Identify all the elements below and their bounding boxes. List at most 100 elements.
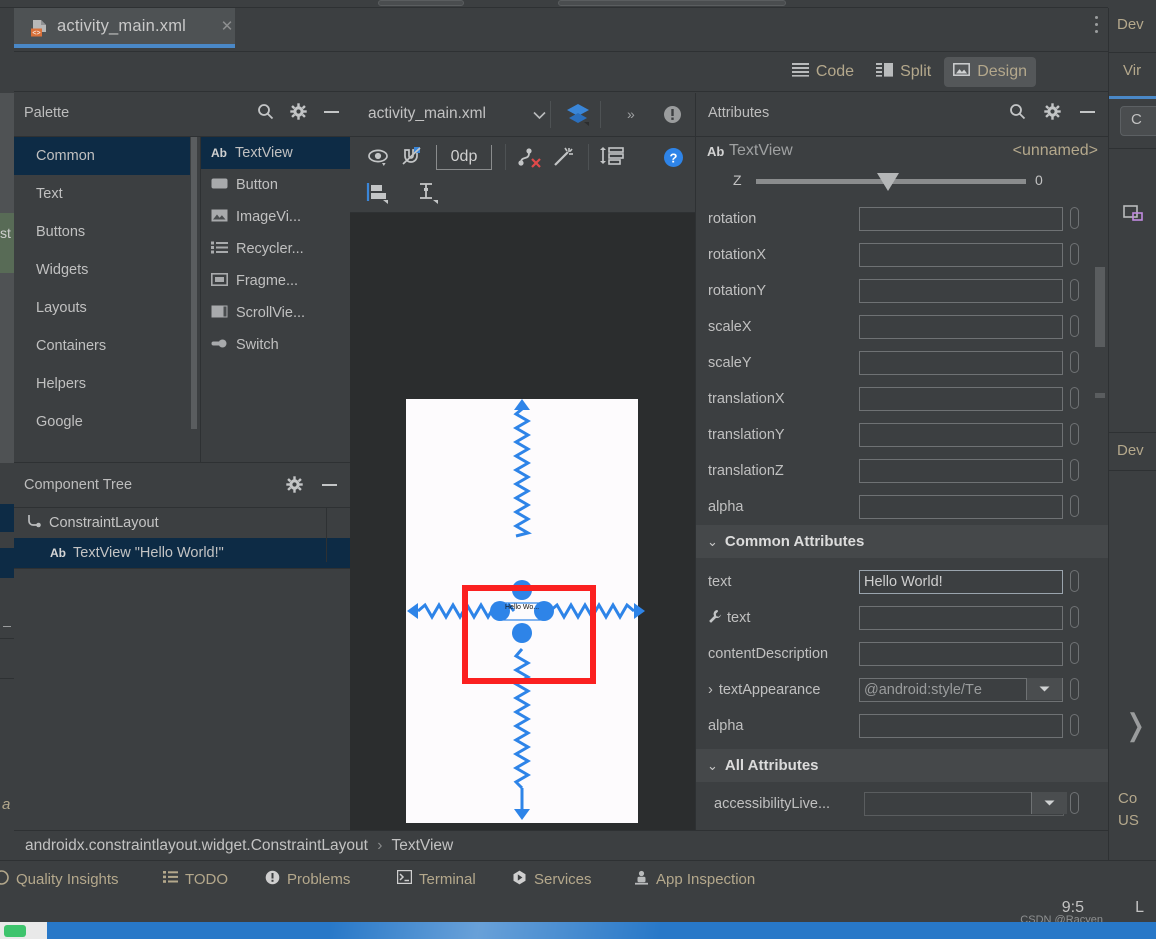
tree-node-textview[interactable]: Ab TextView "Hello World!" [14,538,350,568]
palette-item-button[interactable]: Button [201,169,350,201]
design-canvas[interactable]: Hello Wo... [350,213,695,830]
attr-pill-alpha-transform[interactable] [1070,495,1079,517]
palette-category-layouts[interactable]: Layouts [14,289,190,327]
attr-pill-accessibilitylive[interactable] [1070,792,1079,814]
virtual-tab-label[interactable]: Vir [1123,62,1141,79]
attr-pill-alpha-common[interactable] [1070,714,1079,736]
section-header-all-attributes[interactable]: ⌄ All Attributes [696,749,1108,782]
attr-row-rotationy[interactable]: rotationY [696,273,1108,309]
help-icon[interactable]: ? [656,141,690,173]
chevron-right-icon[interactable]: ❭ [1123,708,1148,743]
attr-row-text[interactable]: text Hello World! [696,564,1108,600]
toolbar-widget-right[interactable] [558,0,786,6]
attr-pill-translationx[interactable] [1070,387,1079,409]
attr-input-scaley[interactable] [859,351,1063,375]
attr-row-textappearance[interactable]: › textAppearance @android:style/Tе [696,672,1108,708]
minimize-icon[interactable] [323,103,340,123]
attr-pill-rotation[interactable] [1070,207,1079,229]
attr-row-alpha-common[interactable]: alpha [696,708,1108,744]
magnet-off-icon[interactable] [396,141,430,173]
attr-row-text-tool[interactable]: text [696,600,1108,636]
attr-row-translationy[interactable]: translationY [696,417,1108,453]
attr-row-scaley[interactable]: scaleY [696,345,1108,381]
attr-pill-text-tool[interactable] [1070,606,1079,628]
gear-icon[interactable] [1044,103,1061,123]
default-margin-value[interactable]: 0dp [436,144,492,170]
attr-input-translationx[interactable] [859,387,1063,411]
palette-category-scrollbar[interactable] [190,137,198,429]
attr-pill-translationz[interactable] [1070,459,1079,481]
attr-input-rotationx[interactable] [859,243,1063,267]
editor-tab-activity-main[interactable]: <> activity_main.xml ✕ [14,8,235,48]
minimize-icon[interactable] [321,476,338,496]
attr-pill-rotationy[interactable] [1070,279,1079,301]
vertical-ellipsis-icon[interactable] [1086,12,1106,40]
toolbar-widget-left[interactable] [378,0,464,6]
attributes-scrollbar-thumb[interactable] [1095,267,1105,347]
dropdown-arrow-accessibilitylive[interactable] [1031,792,1067,814]
palette-item-switch[interactable]: Switch [201,329,350,361]
attr-input-scalex[interactable] [859,315,1063,339]
close-icon[interactable]: ✕ [219,19,235,35]
section-header-common-attributes[interactable]: ⌄ Common Attributes [696,525,1108,558]
chevron-down-icon[interactable] [533,108,546,123]
warning-icon[interactable] [663,105,682,127]
attr-input-translationz[interactable] [859,459,1063,483]
attr-row-rotation[interactable]: rotation [696,201,1108,237]
magic-wand-icon[interactable] [547,141,581,173]
attr-input-rotationy[interactable] [859,279,1063,303]
palette-category-text[interactable]: Text [14,175,190,213]
palette-category-google[interactable]: Google [14,403,190,441]
attributes-scrollbar-thumb-2[interactable] [1095,393,1105,398]
taskbar-left-block[interactable] [0,922,47,939]
attr-input-contentdescription[interactable] [859,642,1063,666]
attr-input-text-tool[interactable] [859,606,1063,630]
attr-pill-rotationx[interactable] [1070,243,1079,265]
tree-node-constraintlayout[interactable]: ConstraintLayout [14,508,350,538]
tool-window-terminal[interactable]: Terminal [396,869,476,888]
palette-category-containers[interactable]: Containers [14,327,190,365]
attr-row-translationx[interactable]: translationX [696,381,1108,417]
breadcrumb-leaf[interactable]: TextView [391,837,453,854]
attr-input-alpha-common[interactable] [859,714,1063,738]
mode-button-split[interactable]: Split [867,57,940,87]
palette-category-helpers[interactable]: Helpers [14,365,190,403]
minimize-icon[interactable] [1079,103,1096,123]
attr-pill-translationy[interactable] [1070,423,1079,445]
gear-icon[interactable] [286,476,303,496]
palette-item-imageview[interactable]: ImageVi... [201,201,350,233]
palette-category-common[interactable]: Common [14,137,190,175]
eye-visibility-icon[interactable] [362,141,396,173]
dropdown-arrow-textappearance[interactable] [1026,678,1062,700]
attr-row-contentdescription[interactable]: contentDescription [696,636,1108,672]
attr-input-rotation[interactable] [859,207,1063,231]
search-icon[interactable] [257,103,274,123]
align-left-icon[interactable] [362,177,396,209]
z-order-thumb[interactable] [877,173,899,191]
create-device-button[interactable]: C [1120,106,1156,136]
attr-input-alpha-transform[interactable] [859,495,1063,519]
tool-window-quality-insights[interactable]: Quality Insights [0,870,119,889]
chevron-right-icon[interactable]: › [708,682,713,698]
gear-icon[interactable] [290,103,307,123]
palette-item-fragment[interactable]: Fragme... [201,265,350,297]
attr-row-accessibilitylive[interactable]: accessibilityLive... [696,786,1108,822]
attr-row-alpha-transform[interactable]: alpha [696,489,1108,525]
attr-input-text[interactable]: Hello World! [859,570,1063,594]
mode-button-code[interactable]: Code [783,57,863,87]
attr-pill-contentdescription[interactable] [1070,642,1079,664]
attr-pill-scaley[interactable] [1070,351,1079,373]
search-icon[interactable] [1009,103,1026,123]
tool-window-services[interactable]: Services [512,870,592,889]
palette-item-scrollview[interactable]: ScrollVie... [201,297,350,329]
layers-icon[interactable] [565,103,591,130]
tool-window-app-inspection[interactable]: App Inspection [634,870,755,889]
attr-pill-scalex[interactable] [1070,315,1079,337]
pack-align-icon[interactable] [596,141,630,173]
attr-pill-textappearance[interactable] [1070,678,1079,700]
mode-button-design[interactable]: Design [944,57,1036,87]
palette-item-textview[interactable]: Ab TextView [201,137,350,169]
attr-pill-text[interactable] [1070,570,1079,592]
tool-window-problems[interactable]: Problems [265,870,350,889]
clear-constraints-icon[interactable] [513,141,547,173]
